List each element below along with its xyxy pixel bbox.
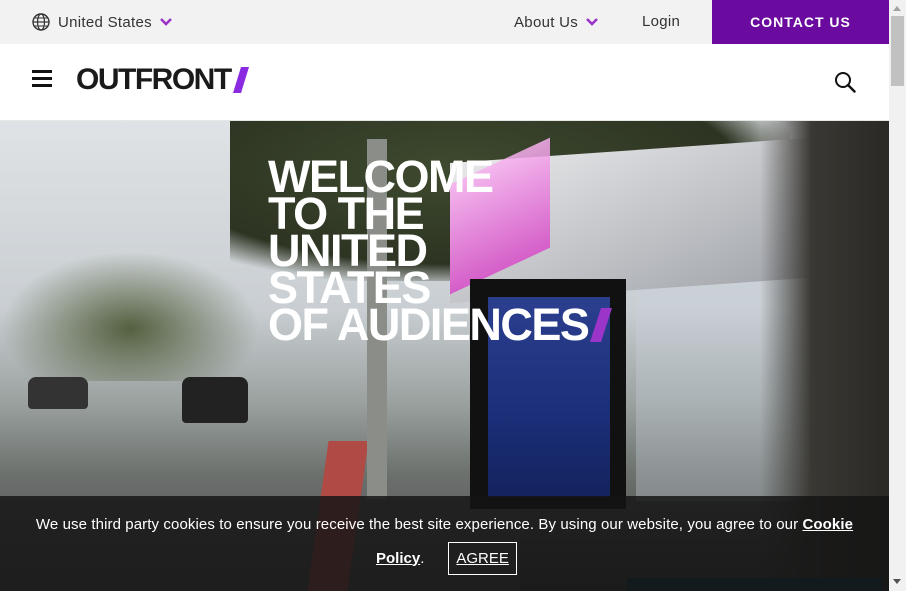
cookie-period: . <box>420 549 425 567</box>
utility-bar: United States About Us Login CONTACT US <box>0 0 889 44</box>
hamburger-menu-icon[interactable] <box>32 70 52 88</box>
login-link[interactable]: Login <box>642 12 680 32</box>
cookie-banner: We use third party cookies to ensure you… <box>0 496 889 591</box>
scroll-thumb[interactable] <box>891 16 904 86</box>
region-selector[interactable]: United States <box>32 12 172 32</box>
outfront-logo[interactable]: OUTFRONT <box>76 63 249 96</box>
about-us-label: About Us <box>514 13 579 31</box>
about-us-menu[interactable]: About Us <box>514 12 599 32</box>
region-label: United States <box>58 13 152 31</box>
scroll-up-arrow-icon[interactable] <box>893 6 901 11</box>
logo-slash-icon <box>232 67 249 93</box>
hero-headline: WELCOME TO THE UNITED STATES OF AUDIENCE… <box>268 154 613 347</box>
globe-icon <box>32 13 50 31</box>
cookie-policy-link[interactable]: Policy <box>376 550 420 567</box>
cookie-message-text: We use third party cookies to ensure you… <box>35 516 803 533</box>
agree-button[interactable]: AGREE <box>448 541 517 575</box>
main-header: OUTFRONT <box>0 44 889 121</box>
hero-bg-palms <box>0 251 260 381</box>
logo-text: OUTFRONT <box>76 63 232 96</box>
search-icon[interactable] <box>834 71 856 93</box>
cookie-policy-link-part1[interactable]: Cookie <box>802 516 853 533</box>
hero-bg-car <box>182 377 248 423</box>
cookie-message: We use third party cookies to ensure you… <box>0 516 889 533</box>
chevron-down-icon <box>586 18 599 26</box>
headline-slash-icon <box>590 308 613 342</box>
contact-us-button[interactable]: CONTACT US <box>712 0 889 44</box>
page-scrollbar[interactable] <box>889 0 906 591</box>
chevron-down-icon <box>160 18 172 26</box>
headline-line-last: OF AUDIENCES <box>268 302 613 347</box>
hero-bg-car <box>28 377 88 409</box>
scroll-down-arrow-icon[interactable] <box>893 579 901 584</box>
cookie-policy-row: Policy. AGREE <box>376 541 517 575</box>
headline-line: OF AUDIENCES <box>268 299 590 350</box>
